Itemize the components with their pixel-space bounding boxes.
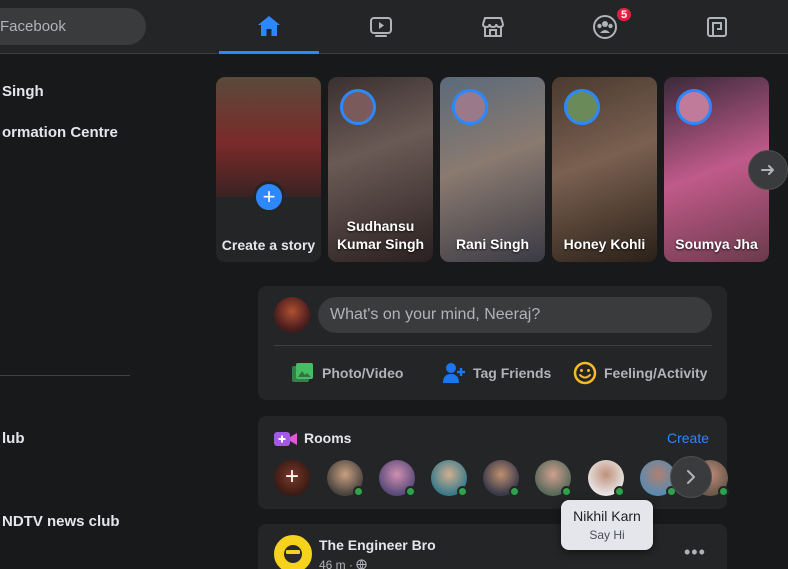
tab-marketplace[interactable]: [443, 0, 543, 54]
contact-tooltip: Nikhil Karn Say Hi: [561, 500, 653, 550]
rooms-video-icon: [274, 432, 297, 446]
online-indicator: [353, 486, 364, 497]
tooltip-name: Nikhil Karn: [573, 508, 641, 524]
tab-gaming[interactable]: [667, 0, 767, 54]
marketplace-icon: [482, 17, 504, 37]
search-input[interactable]: Facebook: [0, 8, 146, 45]
plus-icon: +: [253, 181, 285, 213]
create-story-label: Create a story: [221, 237, 316, 253]
sidebar-item-ndtv-news-club[interactable]: NDTV news club: [2, 513, 120, 530]
page-logo-icon: [277, 538, 309, 569]
avatar[interactable]: [483, 460, 520, 497]
post-composer: What's on your mind, Neeraj? Photo/Video…: [258, 286, 727, 400]
story-card[interactable]: Rani Singh: [440, 77, 545, 262]
tag-friends-icon: [442, 362, 466, 384]
feeling-icon: [573, 361, 597, 385]
stories-next-button[interactable]: [748, 150, 788, 190]
more-options-icon[interactable]: •••: [684, 542, 706, 563]
tag-friends-label: Tag Friends: [473, 365, 552, 381]
avatar[interactable]: [274, 535, 312, 569]
create-room-button[interactable]: +: [274, 460, 310, 496]
globe-icon: [356, 559, 368, 569]
tab-watch[interactable]: [331, 0, 431, 54]
avatar[interactable]: [535, 460, 572, 497]
avatar[interactable]: [588, 460, 625, 497]
top-navigation-bar: Facebook 5: [0, 0, 788, 54]
rooms-next-button[interactable]: [670, 456, 712, 498]
chevron-right-icon: [687, 470, 695, 484]
groups-notification-badge: 5: [615, 6, 634, 23]
online-indicator: [405, 486, 416, 497]
tooltip-subtitle: Say Hi: [589, 528, 625, 542]
whats-on-your-mind-input[interactable]: What's on your mind, Neeraj?: [318, 297, 712, 333]
online-indicator: [561, 486, 572, 497]
story-avatar: [564, 89, 600, 125]
search-placeholder: Facebook: [0, 18, 66, 35]
avatar[interactable]: [274, 297, 310, 333]
post-time: 46 m ·: [319, 558, 357, 569]
tab-groups[interactable]: 5: [555, 0, 655, 54]
post-author[interactable]: The Engineer Bro: [319, 537, 436, 553]
feeling-activity-label: Feeling/Activity: [604, 365, 708, 381]
sidebar-item-club[interactable]: lub: [2, 430, 25, 447]
online-indicator: [457, 486, 468, 497]
arrow-right-icon: [761, 165, 774, 175]
composer-divider: [274, 345, 712, 346]
feeling-activity-button[interactable]: Feeling/Activity: [573, 360, 707, 386]
online-indicator: [509, 486, 520, 497]
feed-post: The Engineer Bro 46 m · •••: [258, 524, 727, 569]
avatar[interactable]: [379, 460, 416, 497]
photo-video-icon: [291, 362, 315, 384]
tab-home[interactable]: [219, 0, 319, 54]
tag-friends-button[interactable]: Tag Friends: [442, 360, 551, 386]
gaming-icon: [707, 17, 727, 37]
sidebar-divider: [0, 375, 130, 376]
photo-video-label: Photo/Video: [322, 365, 404, 381]
photo-video-button[interactable]: Photo/Video: [291, 360, 403, 386]
rooms-panel: Rooms Create +: [258, 416, 729, 509]
post-timestamp: 46 m ·: [319, 558, 368, 569]
story-author: Sudhansu Kumar Singh: [336, 218, 425, 252]
story-author: Rani Singh: [455, 236, 530, 252]
rooms-create-link[interactable]: Create: [667, 430, 709, 446]
user-profile-photo: [216, 77, 321, 197]
story-avatar: [676, 89, 712, 125]
sidebar-item-information-centre[interactable]: ormation Centre: [2, 124, 118, 141]
avatar[interactable]: [327, 460, 364, 497]
home-icon: [258, 15, 280, 36]
avatar[interactable]: [431, 460, 468, 497]
story-author: Honey Kohli: [563, 236, 646, 252]
story-author: Soumya Jha: [675, 236, 758, 252]
create-story-card[interactable]: + Create a story: [216, 77, 321, 262]
online-indicator: [718, 486, 729, 497]
rooms-title: Rooms: [304, 430, 352, 446]
story-card[interactable]: Sudhansu Kumar Singh: [328, 77, 433, 262]
groups-icon: [593, 15, 617, 39]
story-avatar: [340, 89, 376, 125]
watch-icon: [370, 17, 392, 37]
story-card[interactable]: Honey Kohli: [552, 77, 657, 262]
story-avatar: [452, 89, 488, 125]
online-indicator: [614, 486, 625, 497]
sidebar-item-profile[interactable]: Singh: [2, 83, 44, 100]
